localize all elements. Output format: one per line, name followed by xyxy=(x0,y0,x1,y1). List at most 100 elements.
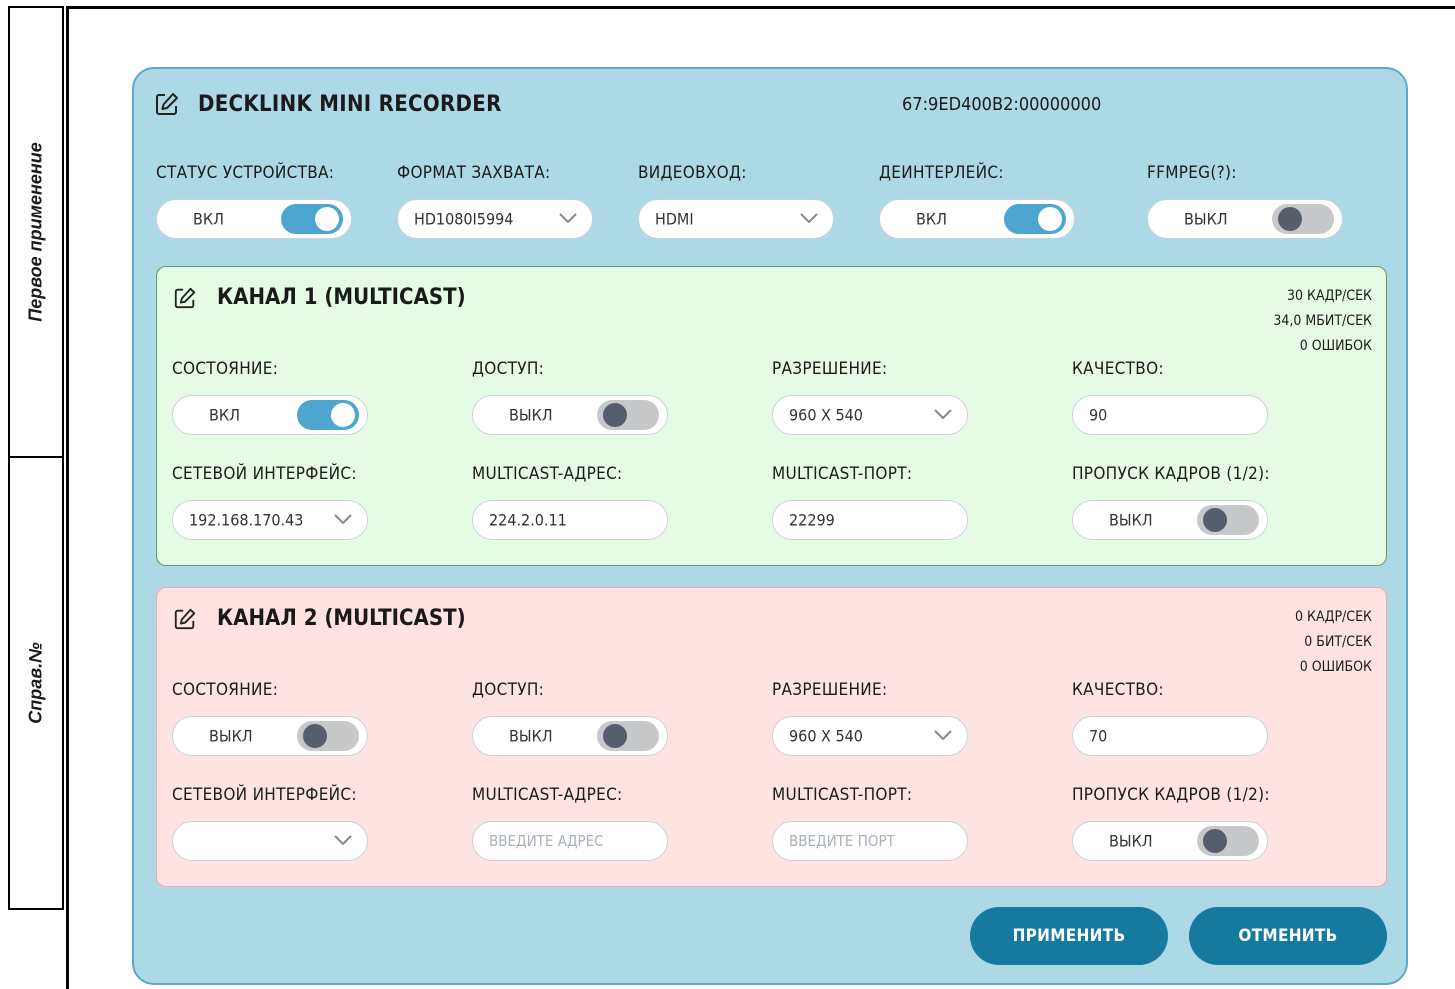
edit-icon[interactable] xyxy=(173,607,197,631)
frame-skip-label: ПРОПУСК КАДРОВ (1/2): xyxy=(1072,785,1270,805)
stat-fps: 0 КАДР/СЕК xyxy=(1295,609,1372,625)
multicast-port-input[interactable]: ВВЕДИТЕ ПОРТ xyxy=(772,821,968,861)
network-interface-select[interactable] xyxy=(172,821,368,861)
network-interface-label: СЕТЕВОЙ ИНТЕРФЕЙС: xyxy=(172,464,357,484)
toggle-knob xyxy=(1203,829,1227,853)
toggle-value: ВКЛ xyxy=(193,209,224,229)
network-interface-label: СЕТЕВОЙ ИНТЕРФЕЙС: xyxy=(172,785,357,805)
toggle-switch[interactable] xyxy=(1272,204,1334,234)
channel-title: КАНАЛ 2 (MULTICAST) xyxy=(217,606,466,631)
device-title: DECKLINK MINI RECORDER xyxy=(198,91,502,117)
state-label: СОСТОЯНИЕ: xyxy=(172,680,279,700)
toggle-value: ВКЛ xyxy=(209,405,240,425)
state-label: СОСТОЯНИЕ: xyxy=(172,359,279,379)
toggle-switch[interactable] xyxy=(297,721,359,751)
device-status-toggle[interactable]: ВКЛ xyxy=(156,199,352,239)
channel-title: КАНАЛ 1 (MULTICAST) xyxy=(217,285,466,310)
quality-label: КАЧЕСТВО: xyxy=(1072,359,1164,379)
access-toggle[interactable]: ВЫКЛ xyxy=(472,716,668,756)
toggle-switch[interactable] xyxy=(1197,505,1259,535)
toggle-knob xyxy=(1038,207,1062,231)
chevron-down-icon xyxy=(934,730,952,741)
select-value: HDMI xyxy=(655,209,694,229)
toggle-knob xyxy=(1278,207,1302,231)
resolution-label: РАЗРЕШЕНИЕ: xyxy=(772,359,888,379)
multicast-address-input[interactable]: 224.2.0.11 xyxy=(472,500,668,540)
stat-bitrate: 34,0 МБИТ/СЕК xyxy=(1273,313,1372,329)
access-label: ДОСТУП: xyxy=(472,359,545,379)
resolution-select[interactable]: 960 X 540 xyxy=(772,395,968,435)
toggle-knob xyxy=(1203,508,1227,532)
access-label: ДОСТУП: xyxy=(472,680,545,700)
toggle-switch[interactable] xyxy=(281,204,343,234)
multicast-port-input[interactable]: 22299 xyxy=(772,500,968,540)
toggle-switch[interactable] xyxy=(597,400,659,430)
frame-skip-label: ПРОПУСК КАДРОВ (1/2): xyxy=(1072,464,1270,484)
stat-bitrate: 0 БИТ/СЕК xyxy=(1304,634,1372,650)
toggle-value: ВЫКЛ xyxy=(509,405,553,425)
stat-errors: 0 ОШИБОК xyxy=(1299,659,1372,675)
network-interface-select[interactable]: 192.168.170.43 xyxy=(172,500,368,540)
device-panel: DECKLINK MINI RECORDER 67:9ED400B2:00000… xyxy=(132,67,1408,985)
channel-stats: 0 КАДР/СЕК 0 БИТ/СЕК 0 ОШИБОК xyxy=(1295,605,1372,680)
toggle-knob xyxy=(603,403,627,427)
channel-header: КАНАЛ 1 (MULTICAST) xyxy=(173,285,466,310)
cancel-button[interactable]: ОТМЕНИТЬ xyxy=(1189,907,1387,965)
select-value: 960 X 540 xyxy=(789,726,863,746)
resolution-select[interactable]: 960 X 540 xyxy=(772,716,968,756)
chevron-down-icon xyxy=(334,835,352,846)
toggle-switch[interactable] xyxy=(1197,826,1259,856)
resolution-label: РАЗРЕШЕНИЕ: xyxy=(772,680,888,700)
device-header: DECKLINK MINI RECORDER xyxy=(154,91,502,117)
video-input-label: ВИДЕОВХОД: xyxy=(638,163,747,183)
frame-line-left xyxy=(66,6,69,989)
toggle-switch[interactable] xyxy=(597,721,659,751)
quality-label: КАЧЕСТВО: xyxy=(1072,680,1164,700)
multicast-address-input[interactable]: ВВЕДИТЕ АДРЕС xyxy=(472,821,668,861)
video-input-select[interactable]: HDMI xyxy=(638,199,834,239)
toggle-knob xyxy=(303,724,327,748)
edit-icon[interactable] xyxy=(173,286,197,310)
input-value: 224.2.0.11 xyxy=(489,510,567,530)
ffmpeg-toggle[interactable]: ВЫКЛ xyxy=(1147,199,1343,239)
capture-format-select[interactable]: HD1080I5994 xyxy=(397,199,593,239)
toggle-switch[interactable] xyxy=(297,400,359,430)
sidebar-reference-label: Справ.№ xyxy=(25,642,46,724)
sidebar-first-use: Первое применение xyxy=(8,6,64,458)
input-placeholder: ВВЕДИТЕ ПОРТ xyxy=(789,832,895,850)
select-value: 192.168.170.43 xyxy=(189,510,304,530)
toggle-knob xyxy=(331,403,355,427)
frame-skip-toggle[interactable]: ВЫКЛ xyxy=(1072,821,1268,861)
toggle-value: ВЫКЛ xyxy=(509,726,553,746)
access-toggle[interactable]: ВЫКЛ xyxy=(472,395,668,435)
select-value: HD1080I5994 xyxy=(414,209,514,229)
toggle-value: ВЫКЛ xyxy=(1109,831,1153,851)
channel-2-panel: КАНАЛ 2 (MULTICAST) 0 КАДР/СЕК 0 БИТ/СЕК… xyxy=(156,587,1387,887)
input-value: 90 xyxy=(1089,405,1108,425)
chevron-down-icon xyxy=(559,213,577,224)
channel-header: КАНАЛ 2 (MULTICAST) xyxy=(173,606,466,631)
sidebar-reference-no: Справ.№ xyxy=(8,456,64,910)
frame-skip-toggle[interactable]: ВЫКЛ xyxy=(1072,500,1268,540)
input-value: 22299 xyxy=(789,510,835,530)
frame-line-top xyxy=(66,6,1455,9)
edit-icon[interactable] xyxy=(154,91,180,117)
channel-stats: 30 КАДР/СЕК 34,0 МБИТ/СЕК 0 ОШИБОК xyxy=(1273,284,1372,359)
toggle-value: ВКЛ xyxy=(916,209,947,229)
state-toggle[interactable]: ВКЛ xyxy=(172,395,368,435)
quality-input[interactable]: 70 xyxy=(1072,716,1268,756)
apply-button[interactable]: ПРИМЕНИТЬ xyxy=(970,907,1168,965)
deinterlace-toggle[interactable]: ВКЛ xyxy=(879,199,1075,239)
select-value: 960 X 540 xyxy=(789,405,863,425)
stat-errors: 0 ОШИБОК xyxy=(1299,338,1372,354)
state-toggle[interactable]: ВЫКЛ xyxy=(172,716,368,756)
device-id: 67:9ED400B2:00000000 xyxy=(902,94,1102,115)
quality-input[interactable]: 90 xyxy=(1072,395,1268,435)
toggle-knob xyxy=(603,724,627,748)
stat-fps: 30 КАДР/СЕК xyxy=(1287,288,1372,304)
toggle-knob xyxy=(315,207,339,231)
toggle-value: ВЫКЛ xyxy=(209,726,253,746)
ffmpeg-label: FFMPEG(?): xyxy=(1147,163,1237,183)
chevron-down-icon xyxy=(334,514,352,525)
toggle-switch[interactable] xyxy=(1004,204,1066,234)
